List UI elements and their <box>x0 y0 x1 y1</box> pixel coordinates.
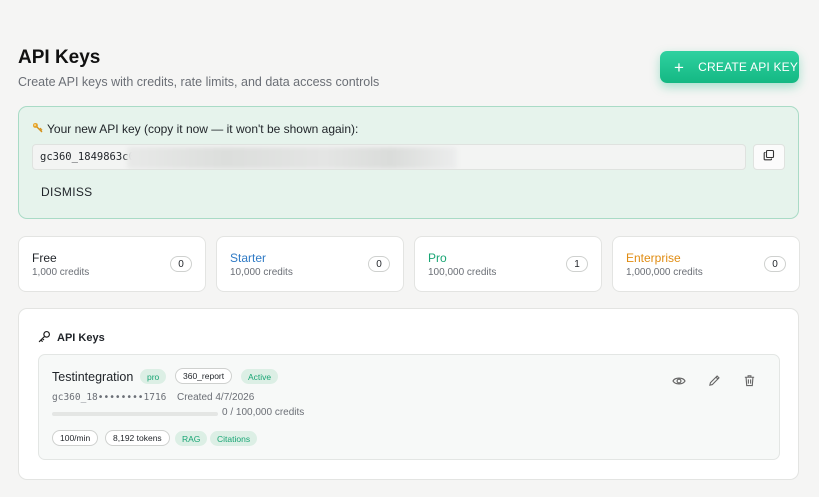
pencil-icon <box>708 374 721 392</box>
create-api-key-button[interactable]: + CREATE API KEY <box>660 51 799 83</box>
feature-badge-citations: Citations <box>210 431 258 446</box>
feature-badge-rag: RAG <box>175 431 208 446</box>
scope-badge: 360_report <box>175 368 233 384</box>
api-keys-header: API Keys <box>38 330 105 346</box>
tier-count-badge: 0 <box>368 256 390 272</box>
api-key-item: Testintegration pro 360_report Active gc… <box>38 354 780 460</box>
tier-credits: 1,000 credits <box>32 267 90 278</box>
tier-badge: pro <box>140 369 167 384</box>
new-key-label-text: Your new API key (copy it now — it won't… <box>47 122 359 136</box>
key-outline-icon <box>38 330 51 346</box>
new-key-field[interactable]: gc360_1849863c0 <box>32 144 746 170</box>
new-key-label: Your new API key (copy it now — it won't… <box>32 122 358 136</box>
tier-card-starter: Starter 10,000 credits 0 <box>216 236 404 292</box>
copy-icon <box>763 148 775 166</box>
page-subtitle: Create API keys with credits, rate limit… <box>18 75 380 89</box>
view-key-button[interactable] <box>671 375 687 391</box>
created-date: Created 4/7/2026 <box>177 392 255 403</box>
key-redaction-blur <box>127 147 457 169</box>
tier-card-pro: Pro 100,000 credits 1 <box>414 236 602 292</box>
tier-name: Enterprise <box>626 251 681 265</box>
tier-count-badge: 1 <box>566 256 588 272</box>
api-keys-panel: API Keys Testintegration pro 360_report … <box>18 308 799 480</box>
edit-key-button[interactable] <box>706 375 722 391</box>
tier-credits: 1,000,000 credits <box>626 267 703 278</box>
tier-credits: 10,000 credits <box>230 267 293 278</box>
tokens-badge: 8,192 tokens <box>105 430 170 446</box>
tier-card-enterprise: Enterprise 1,000,000 credits 0 <box>612 236 800 292</box>
eye-icon <box>672 374 686 393</box>
credits-usage: 0 / 100,000 credits <box>222 407 305 418</box>
tier-name: Starter <box>230 251 267 265</box>
tier-count-badge: 0 <box>170 256 192 272</box>
plus-icon: + <box>674 57 685 77</box>
key-name: Testintegration <box>52 370 134 384</box>
delete-key-button[interactable] <box>741 375 757 391</box>
create-api-key-label: CREATE API KEY <box>698 60 799 74</box>
copy-key-button[interactable] <box>753 144 785 170</box>
tier-name: Free <box>32 251 57 265</box>
trash-icon <box>743 374 756 392</box>
status-badge: Active <box>241 369 279 384</box>
tier-name: Pro <box>428 251 447 265</box>
key-icon <box>32 122 43 136</box>
tier-card-free: Free 1,000 credits 0 <box>18 236 206 292</box>
rate-limit-badge: 100/min <box>52 430 99 446</box>
tier-credits: 100,000 credits <box>428 267 497 278</box>
credits-progress-bar <box>52 412 218 416</box>
masked-key: gc360_18••••••••1716 <box>52 392 167 403</box>
tier-count-badge: 0 <box>764 256 786 272</box>
api-keys-section-title: API Keys <box>57 332 105 344</box>
new-key-panel: Your new API key (copy it now — it won't… <box>18 106 799 219</box>
page-title: API Keys <box>18 47 101 68</box>
new-key-value: gc360_1849863c0 <box>40 151 135 163</box>
dismiss-button[interactable]: DISMISS <box>41 185 92 199</box>
